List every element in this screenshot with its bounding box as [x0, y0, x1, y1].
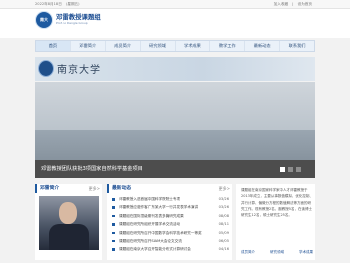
bullet-icon — [112, 198, 115, 201]
bullet-icon — [112, 214, 115, 218]
bullet-icon — [112, 206, 115, 209]
university-seal-icon[interactable]: 南大 — [35, 11, 53, 29]
slider-dot-3[interactable] — [296, 167, 301, 172]
banner-calligraphy: 南京大学 — [57, 65, 101, 76]
top-utility-bar: 2022年8月18日 (星期五) 加入收藏 | 设为首页 — [0, 0, 350, 9]
university-banner: 南京大学 — [35, 57, 315, 81]
nav-item-research[interactable]: 研究领域 — [141, 41, 176, 51]
portrait-face — [59, 202, 77, 224]
bullet-icon — [112, 239, 115, 243]
news-item-title[interactable]: 邓雷教授应邀作客广东某大学一行并发表学术演讲 — [119, 203, 214, 211]
top-link-separator: | — [292, 2, 294, 6]
news-item[interactable]: 邓雷教授入选首届中国科学院院士专项 03/26 — [112, 195, 229, 203]
profile-title-text: 邓雷简介 — [40, 186, 60, 191]
image-slider[interactable]: 邓雷教授团队获批3项国家自然科学基金项目 — [35, 82, 315, 178]
news-item-title[interactable]: 课题组在研究所召开中国数学会科学技术研究一等奖 — [119, 229, 214, 237]
group-intro-text: 课题组在南京国家科学家中人才邓雷教授于2013年成立，主要从事数值模拟、优化控制… — [241, 188, 313, 218]
slider-photo — [35, 130, 315, 160]
news-item-title[interactable]: 课题组在研究所组织开展学术交流活动 — [119, 220, 214, 228]
portrait-suit — [49, 224, 89, 250]
news-item-title[interactable]: 课题组在国际顶级期刊发表多篇研究成果 — [119, 212, 214, 220]
nav-item-contact[interactable]: 联系我们 — [280, 41, 314, 51]
bullet-icon — [112, 248, 115, 251]
news-more-link[interactable]: 更多> — [219, 184, 230, 193]
weekday-text: (星期五) — [65, 2, 80, 6]
nav-item-home[interactable]: 首页 — [36, 41, 71, 51]
news-item-date: 04/16 — [218, 247, 229, 252]
news-item-date: 08/11 — [218, 222, 229, 227]
nav-item-teaching[interactable]: 教学工作 — [210, 41, 246, 51]
news-panel-title: 最新动态 更多> — [107, 184, 232, 193]
news-item-title[interactable]: 邓雷教授入选首届中国科学院院士专项 — [119, 195, 214, 203]
nav-item-achievements[interactable]: 学术成果 — [176, 41, 211, 51]
news-item[interactable]: 课题组在南京大学召开智能分布式计算研讨会 04/16 — [112, 245, 229, 253]
news-item[interactable]: 课题组在研究所召开SIAM大会论文交流 06/05 — [112, 237, 229, 245]
slider-dot-2[interactable] — [288, 167, 293, 172]
nav-item-news[interactable]: 最新动态 — [245, 41, 281, 51]
banner-seal-icon — [38, 60, 54, 77]
group-intro-panel: 课题组在南京国家科学家中人才邓雷教授于2013年成立，主要从事数值模拟、优化控制… — [236, 184, 315, 260]
news-item-title[interactable]: 课题组在南京大学召开智能分布式计算研讨会 — [119, 245, 214, 253]
seal-text: 南大 — [40, 17, 48, 22]
slider-caption[interactable]: 邓雷教授团队获批3项国家自然科学基金项目 — [35, 160, 315, 178]
news-item[interactable]: 课题组在研究所组织开展学术交流活动 08/11 — [112, 220, 229, 228]
news-panel: 最新动态 更多> 邓雷教授入选首届中国科学院院士专项 03/26 邓雷教授应邀作客… — [107, 184, 232, 260]
quick-link-research[interactable]: 研究领域 — [270, 250, 284, 255]
profile-more-link[interactable]: 更多> — [89, 184, 100, 193]
site-logo[interactable]: 邓雷教授课题组 Prof. Li Dengle Group — [56, 13, 101, 27]
nav-item-profile[interactable]: 邓雷简介 — [71, 41, 106, 51]
news-item[interactable]: 邓雷教授应邀作客广东某大学一行并发表学术演讲 03/26 — [112, 203, 229, 211]
news-item-date: 08/08 — [218, 213, 229, 218]
news-list: 邓雷教授入选首届中国科学院院士专项 03/26 邓雷教授应邀作客广东某大学一行并发… — [107, 193, 232, 254]
slider-dot-1[interactable] — [280, 167, 285, 172]
slider-dots — [280, 167, 301, 172]
nav-item-members[interactable]: 成员简介 — [106, 41, 141, 51]
top-links: 加入收藏 | 设为首页 — [274, 0, 315, 9]
profile-panel-title: 邓雷简介 更多> — [35, 184, 102, 193]
news-item-date: 03/26 — [218, 205, 229, 210]
quick-links: 成员简介 研究领域 学术成果 — [241, 250, 313, 255]
news-item-title[interactable]: 课题组在研究所召开SIAM大会论文交流 — [119, 237, 214, 245]
news-item[interactable]: 课题组在国际顶级期刊发表多篇研究成果 08/08 — [112, 212, 229, 220]
professor-portrait[interactable] — [39, 196, 99, 250]
bullet-icon — [112, 231, 115, 235]
news-title-text: 最新动态 — [112, 186, 132, 191]
bullet-icon — [112, 223, 115, 226]
logo-title-en: Prof. Li Dengle Group — [56, 21, 88, 25]
profile-panel: 邓雷简介 更多> — [35, 184, 102, 260]
set-homepage-link[interactable]: 设为首页 — [298, 2, 312, 6]
news-item-date: 06/05 — [218, 238, 229, 243]
date-text: 2022年8月18日 — [35, 2, 62, 6]
news-item-date: 05/09 — [218, 230, 229, 235]
logo-title-cn: 邓雷教授课题组 — [56, 13, 101, 21]
news-item-date: 03/26 — [218, 197, 229, 201]
quick-link-members[interactable]: 成员简介 — [241, 250, 255, 255]
page: 2022年8月18日 (星期五) 加入收藏 | 设为首页 南大 邓雷教授课题组 … — [0, 0, 350, 263]
quick-link-achievements[interactable]: 学术成果 — [299, 250, 313, 255]
main-navigation: 首页 邓雷简介 成员简介 研究领域 学术成果 教学工作 最新动态 联系我们 — [35, 40, 315, 52]
date-display: 2022年8月18日 (星期五) — [35, 0, 83, 9]
news-item[interactable]: 课题组在研究所召开中国数学会科学技术研究一等奖 05/09 — [112, 229, 229, 237]
site-header: 南大 邓雷教授课题组 Prof. Li Dengle Group — [0, 9, 350, 38]
add-favorite-link[interactable]: 加入收藏 — [274, 2, 288, 6]
